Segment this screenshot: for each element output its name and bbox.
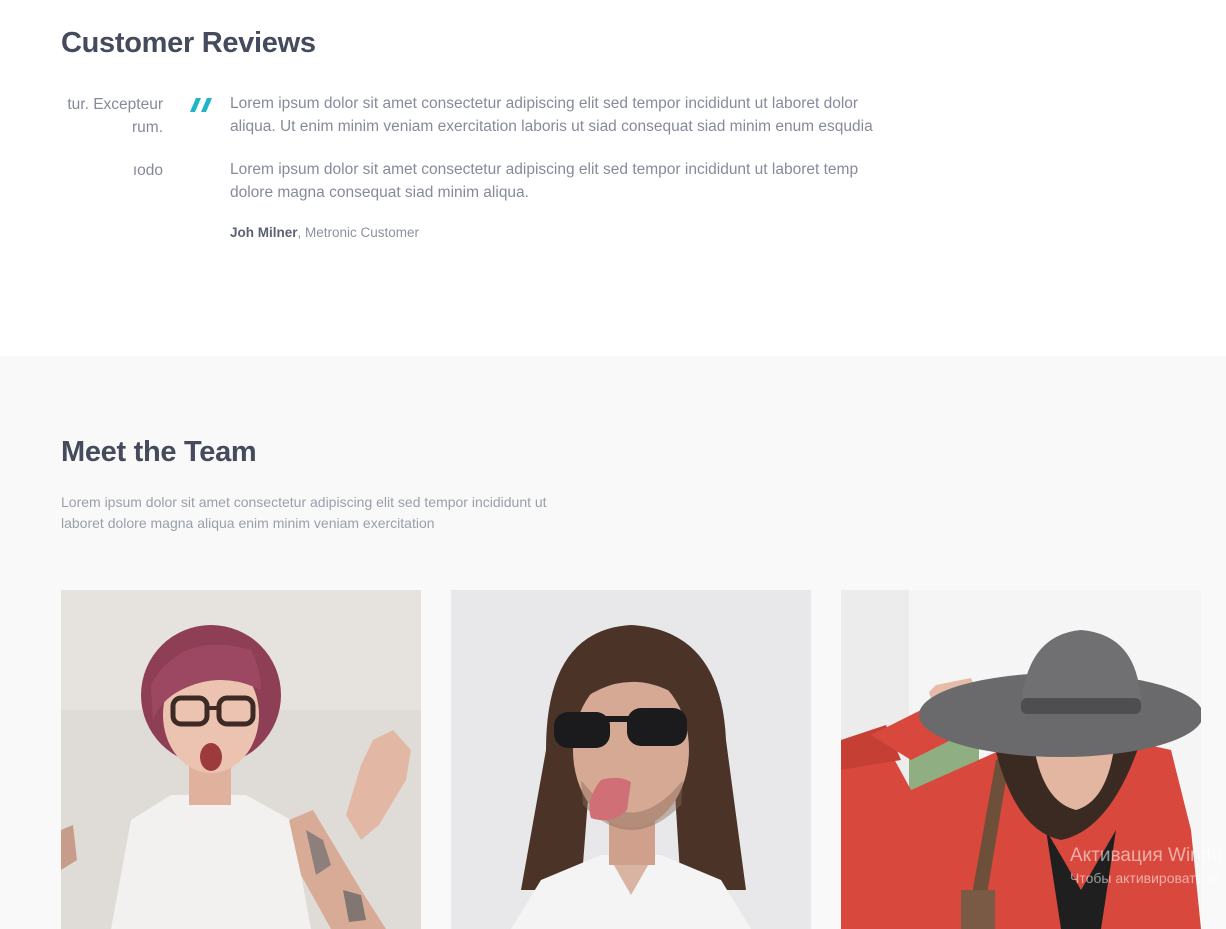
review-line: Lorem ipsum dolor sit amet consectetur a… [230,161,859,178]
double-quote-icon [190,97,212,113]
team-description: Lorem ipsum dolor sit amet consectetur a… [61,492,621,534]
previous-review-line: rum. [132,119,163,136]
windows-activation-watermark: Активация Windo Чтобы активировать W [1070,845,1222,889]
review-line: aliqua. Ut enim minim veniam exercitatio… [230,118,873,135]
review-line: dolore magna consequat siad minim aliqua… [230,184,529,201]
team-section: Meet the Team Lorem ipsum dolor sit amet… [0,356,1226,929]
review-line: Lorem ipsum dolor sit amet consectetur a… [230,95,859,112]
watermark-line: Активация Windo [1070,845,1222,866]
customer-reviews-section: Customer Reviews tur. Excepteur rum. ıod… [0,0,1226,356]
watermark-line: Чтобы активировать W [1070,870,1221,886]
previous-review-line: ıodo [132,162,163,179]
team-description-line: laboret dolore magna aliqua enim minim v… [61,515,435,531]
team-title: Meet the Team [61,436,257,468]
reviews-title: Customer Reviews [61,27,316,59]
review-author: Joh Milner, Metronic Customer [230,225,419,240]
team-member-photo[interactable] [451,590,811,929]
review-paragraph: Lorem ipsum dolor sit amet consectetur a… [230,158,910,204]
previous-review-text: tur. Excepteur rum. [0,93,163,139]
team-description-line: Lorem ipsum dolor sit amet consectetur a… [61,494,547,510]
previous-review-line: tur. Excepteur [67,96,163,113]
previous-review-slide[interactable]: tur. Excepteur rum. ıodo [0,93,165,203]
review-paragraph: Lorem ipsum dolor sit amet consectetur a… [230,92,910,138]
previous-review-text: ıodo [0,159,163,182]
author-name: Joh Milner [230,225,298,240]
team-member-photo[interactable] [61,590,421,929]
author-role: , Metronic Customer [297,225,420,240]
review-quote: Lorem ipsum dolor sit amet consectetur a… [230,92,910,224]
